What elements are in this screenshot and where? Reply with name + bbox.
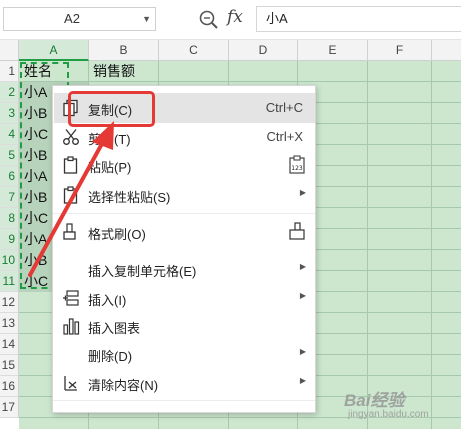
bar-chart-icon: [63, 318, 80, 335]
formula-input[interactable]: 小A: [256, 6, 461, 32]
shortcut-cut: Ctrl+X: [266, 129, 303, 144]
column-header-b[interactable]: B: [89, 40, 159, 61]
menu-label-clear-contents: 清除内容(N): [88, 378, 159, 393]
menu-label-delete: 删除(D): [88, 349, 133, 364]
row-header-5[interactable]: 5: [0, 145, 19, 166]
submenu-arrow-icon: ▶: [299, 262, 306, 271]
menu-divider: [53, 213, 315, 214]
row-header-9[interactable]: 9: [0, 229, 19, 250]
paste-special-icon: [63, 186, 78, 204]
column-header-d[interactable]: D: [229, 40, 298, 61]
annotation-highlight-box: [68, 91, 155, 127]
column-header-g[interactable]: [432, 40, 461, 61]
chevron-down-icon[interactable]: ▼: [142, 14, 151, 24]
fx-button[interactable]: fx: [227, 7, 243, 27]
row-header-14[interactable]: 14: [0, 334, 19, 355]
row-header-11[interactable]: 11: [0, 271, 19, 292]
paste-icon: [63, 156, 78, 174]
menu-item-insert[interactable]: 插入(I) ▶: [54, 283, 315, 313]
brush-icon: [63, 223, 76, 240]
cell-b1[interactable]: 销售额: [89, 61, 135, 82]
column-header-e[interactable]: E: [298, 40, 368, 61]
column-header-f[interactable]: F: [368, 40, 432, 61]
row-header-13[interactable]: 13: [0, 313, 19, 334]
menu-item-format-painter[interactable]: 格式刷(O): [54, 217, 315, 247]
row-header-1[interactable]: 1: [0, 61, 19, 82]
menu-label-insert-chart: 插入图表: [88, 321, 141, 336]
menu-divider: [53, 400, 315, 401]
watermark-url: jingyan.baidu.com: [348, 409, 429, 420]
gridline: [431, 61, 432, 429]
name-box-value: A2: [64, 11, 80, 26]
select-all-corner[interactable]: [0, 40, 19, 61]
scissors-icon: [63, 129, 79, 145]
zoom-icon[interactable]: [198, 9, 220, 31]
insert-row-icon: [63, 290, 79, 306]
menu-item-paste[interactable]: 粘贴(P) 123: [54, 150, 315, 180]
column-header-c[interactable]: C: [159, 40, 229, 61]
gridline: [367, 61, 368, 429]
row-header-7[interactable]: 7: [0, 187, 19, 208]
paste-values-icon[interactable]: 123: [287, 155, 307, 175]
row-header-12[interactable]: 12: [0, 292, 19, 313]
submenu-arrow-icon: ▶: [299, 291, 306, 300]
menu-label-format-painter: 格式刷(O): [88, 227, 146, 242]
watermark-brand: Bai经验: [344, 391, 405, 410]
menu-item-delete[interactable]: 删除(D) ▶: [54, 339, 315, 369]
row-header-15[interactable]: 15: [0, 355, 19, 376]
menu-item-paste-special[interactable]: 选择性粘贴(S) ▶: [54, 180, 315, 210]
menu-item-insert-copied-cells[interactable]: 插入复制单元格(E) ▶: [54, 254, 315, 284]
row-header-2[interactable]: 2: [0, 82, 19, 103]
menu-label-insert-copied-cells: 插入复制单元格(E): [88, 264, 197, 279]
svg-text:123: 123: [291, 165, 303, 172]
menu-label-insert: 插入(I): [88, 293, 127, 308]
shortcut-copy: Ctrl+C: [265, 100, 303, 115]
row-header-16[interactable]: 16: [0, 376, 19, 397]
submenu-arrow-icon: ▶: [299, 347, 306, 356]
submenu-arrow-icon: ▶: [299, 376, 306, 385]
formula-bar: A2 ▼ fx 小A: [0, 0, 461, 40]
eraser-icon: [64, 376, 77, 391]
menu-label-cut: 剪切(T): [88, 132, 131, 147]
menu-label-paste-special: 选择性粘贴(S): [88, 190, 171, 205]
menu-item-clear-contents[interactable]: 清除内容(N) ▶: [54, 368, 315, 398]
row-header-10[interactable]: 10: [0, 250, 19, 271]
menu-label-paste: 粘贴(P): [88, 160, 132, 175]
row-header-8[interactable]: 8: [0, 208, 19, 229]
row-header-6[interactable]: 6: [0, 166, 19, 187]
row-header-17[interactable]: 17: [0, 397, 19, 418]
watermark: Bai经验 jingyan.baidu.com: [344, 382, 454, 424]
context-menu: 复制(C) Ctrl+C 剪切(T) Ctrl+X 粘贴(P) 123 选择性粘…: [52, 85, 316, 413]
format-painter-icon[interactable]: [287, 222, 307, 242]
menu-item-insert-chart[interactable]: 插入图表: [54, 311, 315, 341]
name-box[interactable]: A2 ▼: [3, 7, 156, 31]
column-header-a[interactable]: A: [19, 40, 89, 61]
submenu-arrow-icon: ▶: [299, 188, 306, 197]
row-header-4[interactable]: 4: [0, 124, 19, 145]
row-header-3[interactable]: 3: [0, 103, 19, 124]
